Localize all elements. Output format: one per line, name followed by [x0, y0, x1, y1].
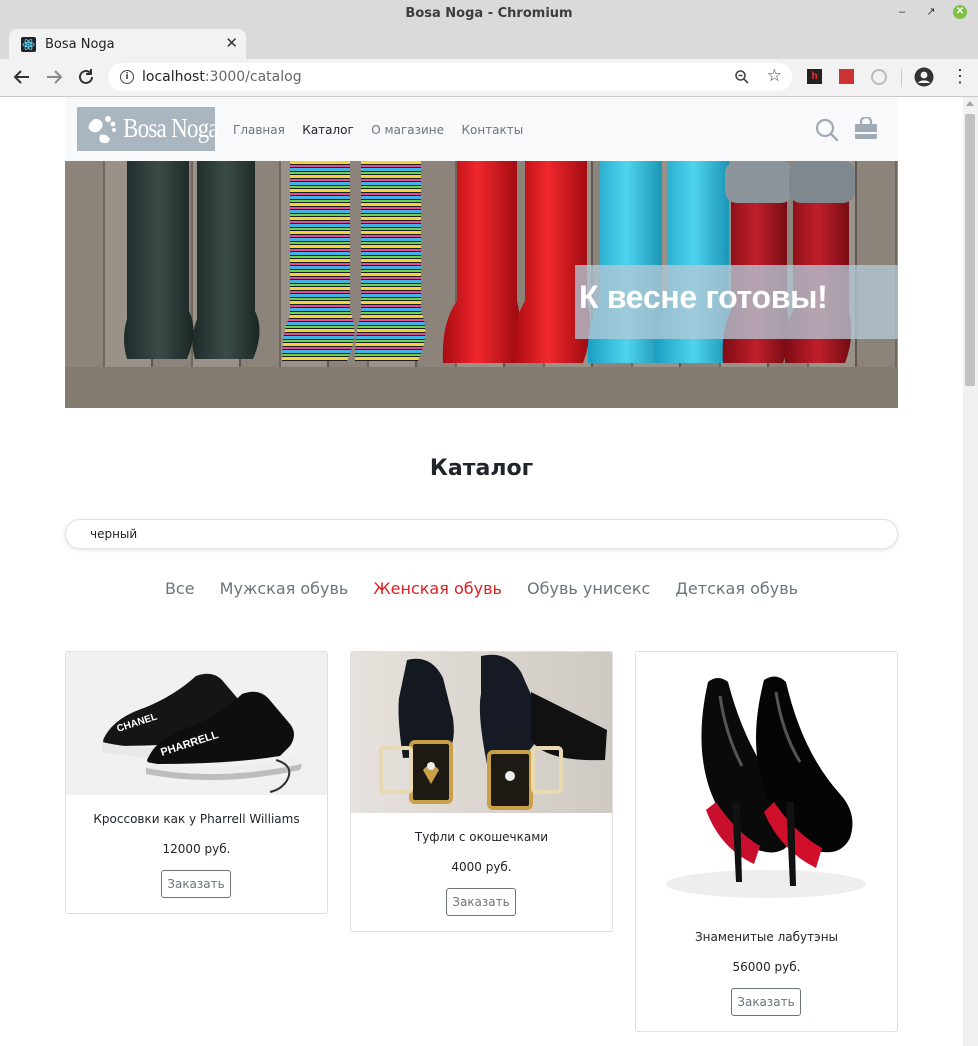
- reload-icon[interactable]: [75, 66, 97, 88]
- browser-tab[interactable]: Bosa Noga ✕: [9, 29, 246, 59]
- minimize-icon[interactable]: –: [895, 5, 909, 19]
- product-title: Знаменитые лабутэны: [694, 930, 839, 944]
- category-unisex[interactable]: Обувь унисекс: [527, 579, 650, 598]
- category-women[interactable]: Женская обувь: [373, 579, 502, 598]
- url-text[interactable]: localhost:3000/catalog: [142, 69, 302, 85]
- extension-h-icon[interactable]: h: [807, 69, 822, 84]
- order-button[interactable]: Заказать: [161, 870, 231, 898]
- scroll-up-arrow-icon[interactable]: [966, 101, 974, 106]
- search-icon[interactable]: [815, 118, 839, 142]
- sneakers-image: CHANEL PHARRELL: [66, 652, 327, 795]
- product-price: 12000 руб.: [162, 842, 231, 856]
- order-button[interactable]: Заказать: [446, 888, 516, 916]
- tab-title: Bosa Noga: [45, 37, 115, 52]
- order-button[interactable]: Заказать: [731, 988, 801, 1016]
- tab-close-icon[interactable]: ✕: [225, 34, 238, 52]
- site-logo[interactable]: Bosa Noga: [77, 107, 219, 151]
- profile-avatar-icon[interactable]: [914, 67, 934, 87]
- back-arrow-icon[interactable]: [11, 66, 33, 88]
- banner-caption: К весне готовы!: [579, 279, 828, 315]
- product-image[interactable]: CHANEL PHARRELL: [66, 652, 327, 795]
- nav-link-about[interactable]: О магазине: [371, 123, 444, 137]
- nav-link-home[interactable]: Главная: [233, 123, 285, 137]
- toolbar-divider: [901, 69, 902, 87]
- product-price: 4000 руб.: [451, 860, 512, 874]
- zoom-out-icon[interactable]: [734, 69, 750, 85]
- window-titlebar: Bosa Noga - Chromium – ↗ ✕: [0, 0, 978, 26]
- tab-strip: Bosa Noga ✕ +: [0, 26, 978, 78]
- page-scrollbar[interactable]: [963, 97, 978, 1046]
- product-image[interactable]: [636, 652, 897, 913]
- url-path: :3000/catalog: [204, 69, 302, 85]
- forward-arrow-icon[interactable]: [43, 66, 65, 88]
- extension-circle-icon[interactable]: [871, 69, 887, 85]
- browser-menu-icon[interactable]: ⋮: [951, 65, 969, 87]
- nav-link-contacts[interactable]: Контакты: [461, 123, 523, 137]
- extension-red-icon[interactable]: [839, 69, 854, 84]
- product-title: Туфли с окошечками: [414, 830, 549, 844]
- url-host: localhost: [142, 69, 205, 85]
- site-header: Bosa Noga Главная Каталог О магазине Кон…: [65, 97, 898, 161]
- category-filter: Все Мужская обувь Женская обувь Обувь ун…: [65, 579, 898, 598]
- main-nav: Главная Каталог О магазине Контакты: [233, 121, 536, 139]
- catalog-title: Каталог: [429, 456, 534, 481]
- louboutin-heels-image: [636, 652, 897, 913]
- product-title: Кроссовки как у Pharrell Williams: [93, 812, 300, 826]
- maximize-icon[interactable]: ↗: [924, 5, 938, 19]
- catalog-search-input[interactable]: [65, 519, 898, 549]
- product-card: Знаменитые лабутэны 56000 руб. Заказать: [635, 651, 898, 1032]
- window-title: Bosa Noga - Chromium: [405, 6, 573, 21]
- shopping-bag-icon[interactable]: [854, 117, 878, 141]
- product-card: Туфли с окошечками 4000 руб. Заказать: [350, 651, 613, 932]
- promo-banner: К весне готовы!: [65, 161, 898, 408]
- react-favicon-icon: [21, 37, 36, 52]
- footprint-logo-icon: [88, 116, 116, 144]
- logo-text: Bosa Noga: [123, 113, 219, 143]
- nav-link-catalog[interactable]: Каталог: [302, 123, 354, 137]
- jeweled-heels-image: [351, 652, 612, 813]
- category-all[interactable]: Все: [165, 579, 195, 598]
- category-kids[interactable]: Детская обувь: [675, 579, 798, 598]
- window-close-icon[interactable]: ✕: [953, 5, 967, 19]
- product-card: CHANEL PHARRELL Кроссовки как у Pharrell…: [65, 651, 328, 914]
- browser-toolbar: i localhost:3000/catalog ☆ h ⋮: [0, 59, 978, 97]
- product-image[interactable]: [351, 652, 612, 813]
- product-price: 56000 руб.: [732, 960, 801, 974]
- category-men[interactable]: Мужская обувь: [220, 579, 349, 598]
- bookmark-star-icon[interactable]: ☆: [767, 66, 782, 86]
- site-info-icon[interactable]: i: [120, 70, 134, 84]
- address-bar[interactable]: i localhost:3000/catalog ☆: [108, 63, 792, 91]
- scrollbar-thumb[interactable]: [965, 114, 975, 386]
